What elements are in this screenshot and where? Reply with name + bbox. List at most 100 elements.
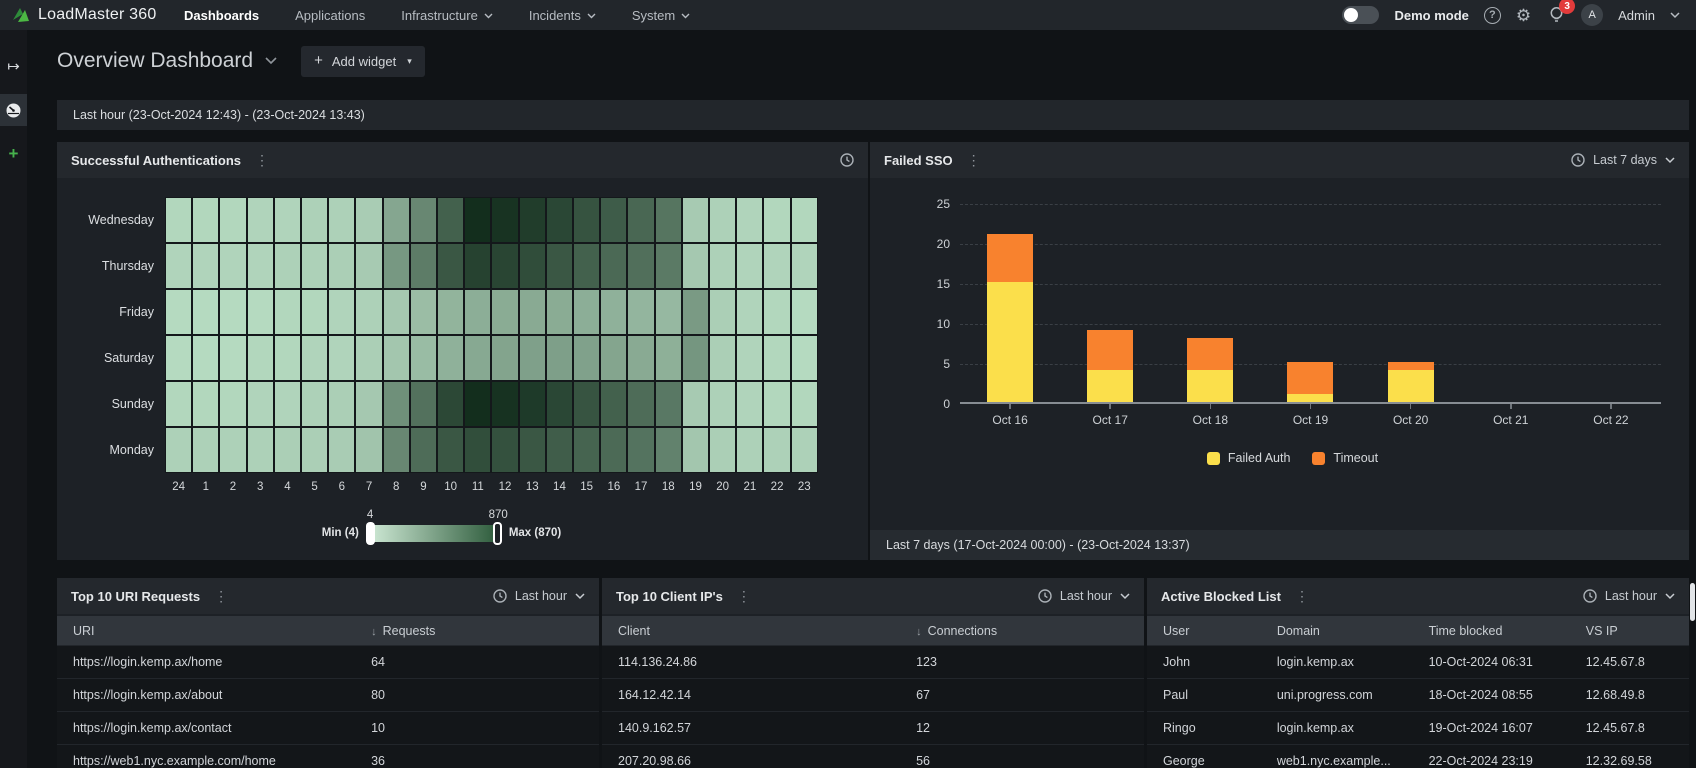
heatmap-cell[interactable]: [736, 381, 764, 427]
heatmap-cell[interactable]: [491, 427, 519, 473]
heatmap-cell[interactable]: [545, 335, 574, 381]
heatmap-cell[interactable]: [627, 243, 655, 289]
heatmap-cell[interactable]: [328, 335, 356, 381]
heatmap-cell[interactable]: [736, 289, 764, 335]
heatmap-cell[interactable]: [437, 427, 465, 473]
heatmap-cell[interactable]: [437, 243, 465, 289]
heatmap-cell[interactable]: [790, 289, 818, 335]
bar-segment-timeout[interactable]: [1287, 362, 1334, 394]
heatmap-cell[interactable]: [627, 381, 655, 427]
heatmap-cell[interactable]: [192, 243, 220, 289]
heatmap-cell[interactable]: [600, 197, 628, 243]
heatmap-cell[interactable]: [192, 197, 220, 243]
widget-range-selector[interactable]: Last 7 days: [1571, 153, 1675, 167]
heatmap-cell[interactable]: [573, 335, 601, 381]
avatar[interactable]: A: [1581, 4, 1604, 26]
heatmap-cell[interactable]: [518, 427, 546, 473]
heatmap-cell[interactable]: [573, 243, 601, 289]
heatmap-cell[interactable]: [246, 243, 274, 289]
heatmap-cell[interactable]: [273, 197, 302, 243]
kebab-menu-icon[interactable]: ⋮: [214, 589, 228, 603]
heatmap-cell[interactable]: [600, 427, 628, 473]
heatmap-cell[interactable]: [409, 335, 438, 381]
heatmap-cell[interactable]: [573, 381, 601, 427]
heatmap-cell[interactable]: [654, 243, 682, 289]
heatmap-cell[interactable]: [763, 289, 791, 335]
sidebar-item-dashboard[interactable]: [0, 94, 27, 126]
heatmap-cell[interactable]: [654, 427, 682, 473]
column-header-vs-ip[interactable]: VS IP: [1570, 624, 1689, 638]
heatmap-cell[interactable]: [192, 427, 220, 473]
heatmap-cell[interactable]: [790, 243, 818, 289]
heatmap-cell[interactable]: [301, 335, 329, 381]
heatmap-cell[interactable]: [355, 197, 383, 243]
nav-item-infrastructure[interactable]: Infrastructure: [401, 8, 493, 23]
heatmap-cell[interactable]: [736, 427, 764, 473]
heatmap-cell[interactable]: [627, 335, 655, 381]
table-row[interactable]: https://login.kemp.ax/contact 10: [57, 711, 599, 744]
slider-handle-min[interactable]: [365, 522, 375, 545]
bar-segment-timeout[interactable]: [987, 234, 1034, 282]
heatmap-cell[interactable]: [491, 381, 519, 427]
column-header-uri[interactable]: URI: [57, 624, 355, 638]
bar-segment-failed-auth[interactable]: [1087, 370, 1134, 402]
heatmap-cell[interactable]: [409, 289, 438, 335]
bar-segment-failed-auth[interactable]: [1287, 394, 1334, 402]
heatmap-cell[interactable]: [545, 427, 574, 473]
heatmap-cell[interactable]: [382, 243, 410, 289]
heatmap-cell[interactable]: [219, 427, 247, 473]
heatmap-cell[interactable]: [600, 289, 628, 335]
heatmap-cell[interactable]: [491, 243, 519, 289]
table-row[interactable]: https://web1.nyc.example.com/home 36: [57, 744, 599, 768]
heatmap-cell[interactable]: [246, 427, 274, 473]
heatmap-cell[interactable]: [165, 381, 193, 427]
heatmap-cell[interactable]: [464, 381, 492, 427]
heatmap-cell[interactable]: [165, 243, 193, 289]
table-row[interactable]: 140.9.162.57 12: [602, 711, 1144, 744]
heatmap-cell[interactable]: [790, 197, 818, 243]
heatmap-cell[interactable]: [709, 427, 737, 473]
heatmap-cell[interactable]: [545, 197, 574, 243]
heatmap-cell[interactable]: [518, 381, 546, 427]
heatmap-cell[interactable]: [192, 289, 220, 335]
heatmap-cell[interactable]: [328, 243, 356, 289]
heatmap-cell[interactable]: [437, 381, 465, 427]
heatmap-cell[interactable]: [273, 289, 302, 335]
heatmap-cell[interactable]: [409, 243, 438, 289]
heatmap-cell[interactable]: [763, 427, 791, 473]
heatmap-cell[interactable]: [165, 427, 193, 473]
heatmap-cell[interactable]: [301, 243, 329, 289]
heatmap-cell[interactable]: [273, 243, 302, 289]
heatmap-cell[interactable]: [790, 335, 818, 381]
heatmap-cell[interactable]: [709, 335, 737, 381]
kebab-menu-icon[interactable]: ⋮: [255, 153, 269, 167]
heatmap-cell[interactable]: [654, 381, 682, 427]
heatmap-cell[interactable]: [681, 289, 710, 335]
column-header-client[interactable]: Client: [602, 624, 900, 638]
heatmap-cell[interactable]: [301, 289, 329, 335]
table-row[interactable]: John login.kemp.ax 10-Oct-2024 06:31 12.45.…: [1147, 645, 1689, 678]
heatmap-cell[interactable]: [763, 243, 791, 289]
heatmap-cell[interactable]: [627, 197, 655, 243]
heatmap-cell[interactable]: [681, 381, 710, 427]
heatmap-cell[interactable]: [219, 335, 247, 381]
heatmap-cell[interactable]: [763, 335, 791, 381]
heatmap-cell[interactable]: [518, 243, 546, 289]
heatmap-cell[interactable]: [273, 381, 302, 427]
heatmap-cell[interactable]: [545, 289, 574, 335]
heatmap-cell[interactable]: [165, 197, 193, 243]
heatmap-cell[interactable]: [437, 197, 465, 243]
kebab-menu-icon[interactable]: ⋮: [967, 153, 981, 167]
heatmap-cell[interactable]: [518, 289, 546, 335]
heatmap-cell[interactable]: [328, 289, 356, 335]
column-header-requests[interactable]: ↓ Requests: [355, 624, 599, 638]
vertical-scrollbar-thumb[interactable]: [1690, 583, 1695, 621]
column-header-user[interactable]: User: [1147, 624, 1261, 638]
heatmap-cell[interactable]: [736, 335, 764, 381]
heatmap-cell[interactable]: [355, 289, 383, 335]
heatmap-cell[interactable]: [600, 335, 628, 381]
heatmap-cell[interactable]: [627, 289, 655, 335]
table-row[interactable]: George web1.nyc.example... 22-Oct-2024 23:…: [1147, 744, 1689, 768]
table-row[interactable]: https://login.kemp.ax/about 80: [57, 678, 599, 711]
heatmap-cell[interactable]: [545, 381, 574, 427]
